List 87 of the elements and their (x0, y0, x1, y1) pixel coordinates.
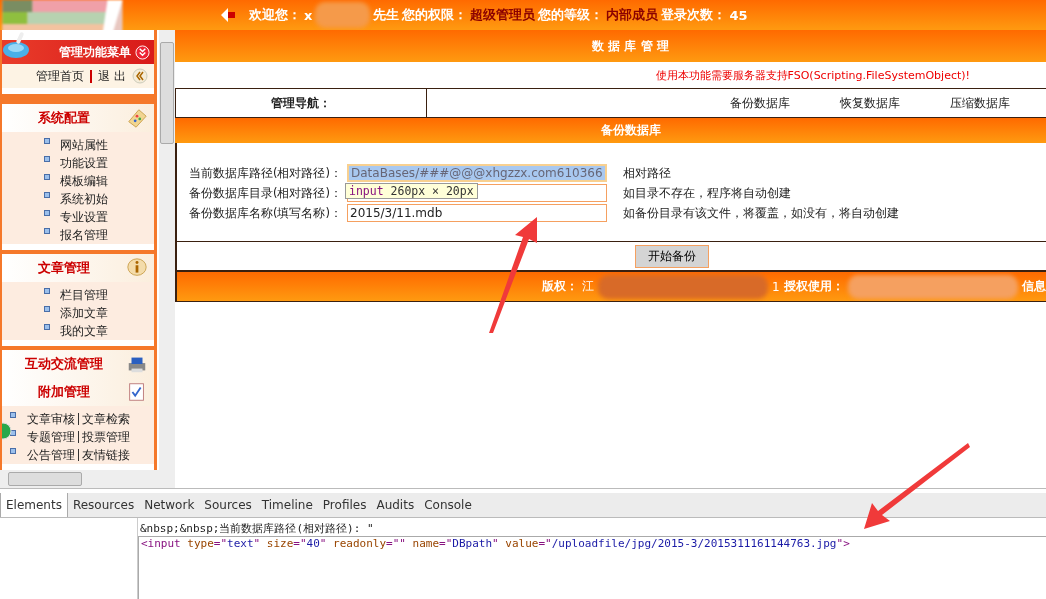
bullet-icon (44, 228, 50, 234)
copyright-text: 江 (582, 278, 594, 295)
copyright-text: 1 (772, 279, 780, 294)
menu-item[interactable]: 投票管理 (82, 428, 130, 446)
dom-code-line: <input type="text" size="40" readonly="" name="DBpath" value="/uploadfile/jpg/2015-3/2015311161144763.jpg"> (138, 536, 1046, 599)
back-arrow-icon[interactable] (220, 7, 236, 23)
menu-item[interactable]: 网站属性 (60, 136, 108, 154)
menu-item[interactable]: 添加文章 (60, 304, 108, 322)
menu-item[interactable]: 公告管理 (27, 446, 75, 464)
welcome-label: 欢迎您： (249, 6, 301, 24)
section-title: 备份数据库 (599, 122, 661, 139)
mascot-icon (2, 30, 32, 60)
fso-notice: 使用本功能需要服务器支持FSO(Scripting.FileSystemObject)! (655, 67, 970, 83)
menu-item[interactable]: 模板编辑 (60, 172, 108, 190)
bullet-icon (44, 174, 50, 180)
menu-item[interactable]: 功能设置 (60, 154, 108, 172)
devtools-tab[interactable]: Sources (199, 493, 257, 517)
field-hint: 如目录不存在，程序将自动创建 (623, 184, 791, 202)
section-header[interactable]: 文章管理 (2, 250, 154, 282)
bullet-icon (44, 210, 50, 216)
devtools-tab[interactable]: Profiles (317, 493, 372, 517)
menu-item[interactable]: 文章审核 (27, 410, 75, 428)
copyright-label: 版权： (542, 278, 578, 295)
license-label: 授权使用： (783, 278, 844, 295)
start-backup-button[interactable]: 开始备份 (634, 244, 709, 268)
section-title: 文章管理 (37, 259, 91, 277)
section-header[interactable]: 互动交流管理 (2, 346, 154, 378)
section-title: 附加管理 (37, 383, 91, 401)
home-link[interactable]: 管理首页 (36, 67, 85, 85)
redaction-blur (315, 2, 371, 28)
field-label: 备份数据库名称(填写名称)： (189, 205, 343, 221)
license-text: 信息 (1021, 278, 1046, 295)
bullet-icon (10, 412, 16, 418)
collapse-left-icon[interactable] (132, 68, 148, 84)
bullet-icon (44, 156, 50, 162)
section-title: 系统配置 (37, 109, 91, 127)
menu-item[interactable]: 友情链接 (82, 446, 130, 464)
nav-link[interactable]: 压缩数据库 (950, 94, 1010, 112)
bullet-icon (44, 306, 50, 312)
menu-item[interactable]: 专业设置 (60, 208, 108, 226)
palette-icon (126, 107, 148, 129)
devtools-tab[interactable]: Audits (371, 493, 420, 517)
menu-item[interactable]: 系统初始 (60, 190, 108, 208)
level-label: 您的等级： (538, 6, 604, 24)
bullet-icon (44, 192, 50, 198)
devtools-tab[interactable]: Elements (0, 493, 68, 517)
scroll-thumb[interactable] (8, 472, 82, 486)
bullet-icon (44, 324, 50, 330)
vertical-scrollbar[interactable] (159, 30, 175, 470)
level-value: 内部成员 (606, 6, 659, 24)
devtools-tab[interactable]: Timeline (256, 493, 318, 517)
scroll-thumb[interactable] (160, 42, 174, 144)
section-title: 互动交流管理 (24, 355, 104, 373)
menu-item[interactable]: 栏目管理 (60, 286, 108, 304)
menu-item[interactable]: 专题管理 (27, 428, 75, 446)
logout-link[interactable]: 退 出 (98, 67, 126, 85)
section-header[interactable]: 系统配置 (2, 94, 154, 132)
size-tooltip: input 260px × 20px (345, 183, 478, 199)
devtools-tab[interactable]: Console (419, 493, 477, 517)
menu-title: 管理功能菜单 (59, 43, 131, 61)
nav-link[interactable]: 备份数据库 (730, 94, 790, 112)
bullet-icon (44, 138, 50, 144)
field-hint: 如备份目录有该文件，将覆盖，如没有，将自动创建 (623, 204, 899, 222)
login-count: 45 (729, 7, 748, 23)
menu-item[interactable]: 文章检索 (82, 410, 130, 428)
field-label: 当前数据库路径(相对路径)： (189, 165, 343, 181)
nav-label: 管理导航： (271, 94, 331, 112)
nav-link[interactable]: 恢复数据库 (840, 94, 900, 112)
login-count-label: 登录次数： (661, 6, 727, 24)
collapse-icon[interactable] (135, 44, 150, 60)
horizontal-scrollbar[interactable] (0, 470, 175, 488)
field-hint: 相对路径 (623, 164, 671, 182)
permission-label: 您的权限： (402, 6, 468, 24)
field-label: 备份数据库目录(相对路径)： (189, 185, 343, 201)
menu-item[interactable]: 我的文章 (60, 322, 108, 340)
html-source-text: &nbsp;&nbsp;当前数据库路径(相对路径): " (139, 521, 375, 536)
username: x (304, 7, 313, 23)
bullet-icon (10, 448, 16, 454)
bullet-icon (44, 288, 50, 294)
menu-item[interactable]: 报名管理 (60, 226, 108, 244)
page-title: 数 据 库 管 理 (592, 37, 669, 55)
devtools-tab[interactable]: Resources (67, 493, 140, 517)
input-field[interactable]: 2015/3/11.mdb (347, 204, 607, 222)
name-suffix: 先生 (373, 6, 400, 24)
permission-value: 超级管理员 (470, 6, 536, 24)
info-icon (126, 257, 148, 279)
devtools-tab[interactable]: Network (139, 493, 200, 517)
